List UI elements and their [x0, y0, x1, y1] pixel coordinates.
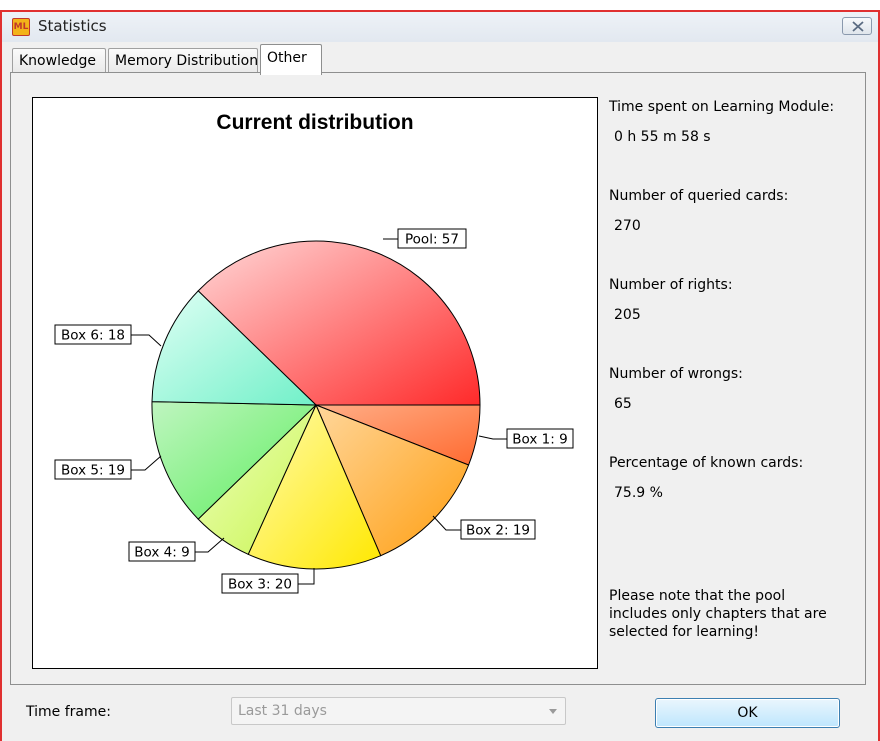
app-icon: ML: [12, 18, 30, 36]
label-leader-line: [298, 568, 315, 585]
close-icon: [852, 21, 864, 32]
chart-title: Current distribution: [216, 111, 413, 134]
timeframe-value: Last 31 days: [238, 703, 327, 719]
rights-value: 205: [614, 307, 641, 323]
data-label: Box 5: 19: [61, 463, 125, 479]
title-bar: ML Statistics: [2, 12, 878, 42]
data-label: Box 6: 18: [61, 328, 125, 344]
distribution-chart: Current distribution Pool: 57 Box 1: 9 Box…: [32, 97, 598, 669]
data-label: Box 4: 9: [134, 545, 189, 561]
queried-value: 270: [614, 218, 641, 234]
wrongs-value: 65: [614, 396, 632, 412]
label-leader-line: [195, 537, 225, 553]
timeframe-label: Time frame:: [26, 704, 111, 720]
label-leader-line: [131, 334, 162, 347]
time-spent-value: 0 h 55 m 58 s: [614, 129, 711, 145]
pool-note: Please note that the pool includes only …: [609, 588, 827, 640]
ok-button[interactable]: OK: [655, 698, 840, 728]
chevron-down-icon: [549, 709, 557, 714]
window-title: Statistics: [38, 17, 107, 35]
data-label: Box 3: 20: [228, 577, 292, 593]
time-spent-label: Time spent on Learning Module:: [609, 99, 835, 115]
wrongs-label: Number of wrongs:: [609, 366, 743, 382]
close-button[interactable]: [842, 17, 872, 35]
rights-label: Number of rights:: [609, 277, 733, 293]
tab-other[interactable]: Other: [260, 44, 322, 75]
queried-label: Number of queried cards:: [609, 188, 789, 204]
known-percentage-value: 75.9 %: [614, 485, 663, 501]
data-label: Box 2: 19: [466, 523, 530, 539]
timeframe-dropdown[interactable]: Last 31 days: [231, 697, 566, 725]
tab-memory-distribution[interactable]: Memory Distribution: [108, 48, 258, 74]
label-leader-line: [478, 435, 507, 440]
data-label: Pool: 57: [405, 232, 459, 248]
label-leader-line: [432, 515, 461, 531]
pie-chart: Current distribution Pool: 57 Box 1: 9 Box…: [54, 111, 574, 594]
other-tab-panel: Current distribution Pool: 57 Box 1: 9 Box…: [10, 72, 866, 685]
known-percentage-label: Percentage of known cards:: [609, 455, 804, 471]
tab-knowledge[interactable]: Knowledge: [12, 48, 106, 74]
statistics-dialog: ML Statistics Knowledge Memory Distribut…: [0, 10, 880, 741]
data-label: Box 1: 9: [512, 432, 567, 448]
label-leader-line: [131, 455, 162, 471]
